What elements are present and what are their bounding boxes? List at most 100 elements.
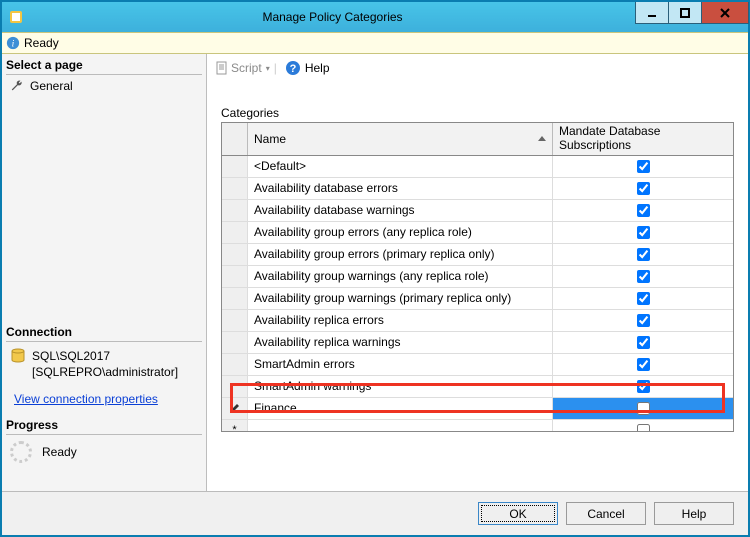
mandate-checkbox[interactable]	[637, 402, 650, 415]
row-header[interactable]	[222, 244, 248, 265]
content-panel: Script ▾ | ? Help Categories Name	[207, 54, 748, 491]
row-header[interactable]	[222, 200, 248, 221]
progress-spinner-icon	[10, 441, 32, 463]
progress-header: Progress	[6, 416, 202, 435]
cell-mandate[interactable]	[553, 200, 733, 221]
close-button[interactable]	[701, 2, 749, 24]
help-icon: ?	[285, 60, 301, 76]
cell-mandate[interactable]	[553, 332, 733, 353]
cell-name[interactable]: Availability group warnings (any replica…	[248, 266, 553, 287]
cell-mandate[interactable]	[553, 222, 733, 243]
status-text: Ready	[24, 36, 59, 50]
mandate-checkbox[interactable]	[637, 358, 650, 371]
cell-name[interactable]	[248, 420, 553, 431]
table-row[interactable]: SmartAdmin errors	[222, 354, 733, 376]
column-header-mandate[interactable]: Mandate Database Subscriptions	[553, 123, 733, 155]
mandate-checkbox[interactable]	[637, 182, 650, 195]
row-header[interactable]	[222, 178, 248, 199]
cell-mandate[interactable]	[553, 398, 733, 419]
cell-mandate[interactable]	[553, 288, 733, 309]
cell-mandate[interactable]	[553, 178, 733, 199]
mandate-checkbox[interactable]	[637, 226, 650, 239]
mandate-checkbox[interactable]	[637, 424, 650, 431]
mandate-checkbox[interactable]	[637, 314, 650, 327]
cell-mandate[interactable]	[553, 244, 733, 265]
pages-header: Select a page	[6, 56, 202, 75]
cell-mandate[interactable]	[553, 420, 733, 431]
row-header[interactable]	[222, 354, 248, 375]
row-header[interactable]: *	[222, 420, 248, 431]
app-icon	[8, 9, 24, 25]
row-header[interactable]	[222, 222, 248, 243]
cell-name[interactable]: Availability group errors (primary repli…	[248, 244, 553, 265]
page-item-general[interactable]: General	[6, 77, 202, 95]
row-header[interactable]	[222, 266, 248, 287]
mandate-checkbox[interactable]	[637, 380, 650, 393]
table-row[interactable]: *	[222, 420, 733, 431]
minimize-button[interactable]	[635, 2, 669, 24]
info-icon: i	[6, 36, 20, 50]
mandate-checkbox[interactable]	[637, 292, 650, 305]
cell-mandate[interactable]	[553, 266, 733, 287]
pencil-icon	[229, 402, 241, 414]
cell-name[interactable]: Availability replica errors	[248, 310, 553, 331]
categories-grid[interactable]: Name Mandate Database Subscriptions <Def…	[221, 122, 734, 432]
table-row[interactable]: Availability replica errors	[222, 310, 733, 332]
table-row[interactable]: Availability group warnings (any replica…	[222, 266, 733, 288]
view-connection-properties-link[interactable]: View connection properties	[10, 389, 162, 410]
svg-text:?: ?	[289, 63, 296, 75]
mandate-checkbox[interactable]	[637, 336, 650, 349]
row-header[interactable]	[222, 332, 248, 353]
cell-name[interactable]: Availability group errors (any replica r…	[248, 222, 553, 243]
cancel-button[interactable]: Cancel	[566, 502, 646, 525]
column-header-name[interactable]: Name	[248, 123, 553, 155]
mandate-checkbox[interactable]	[637, 160, 650, 173]
cell-name[interactable]: Availability database warnings	[248, 200, 553, 221]
maximize-button[interactable]	[668, 2, 702, 24]
table-row[interactable]: <Default>	[222, 156, 733, 178]
cell-name[interactable]: <Default>	[248, 156, 553, 177]
row-header[interactable]	[222, 156, 248, 177]
connection-server: SQL\SQL2017	[32, 348, 178, 365]
cell-name[interactable]: Availability group warnings (primary rep…	[248, 288, 553, 309]
grid-body[interactable]: <Default>Availability database errorsAva…	[222, 156, 733, 431]
mandate-checkbox[interactable]	[637, 248, 650, 261]
row-header[interactable]	[222, 310, 248, 331]
mandate-checkbox[interactable]	[637, 270, 650, 283]
row-header[interactable]	[222, 376, 248, 397]
table-row[interactable]: Availability database errors	[222, 178, 733, 200]
script-icon	[215, 61, 229, 75]
table-row[interactable]: Finance	[222, 398, 733, 420]
cell-name[interactable]: Availability replica warnings	[248, 332, 553, 353]
column-header-name-label: Name	[254, 132, 286, 146]
table-row[interactable]: Availability group errors (primary repli…	[222, 244, 733, 266]
svg-text:i: i	[12, 39, 15, 50]
table-row[interactable]: Availability group warnings (primary rep…	[222, 288, 733, 310]
progress-status: Ready	[42, 445, 77, 459]
left-panel: Select a page General Connection SQL\SQL…	[2, 54, 207, 491]
grid-corner	[222, 123, 248, 155]
cell-mandate[interactable]	[553, 156, 733, 177]
table-row[interactable]: Availability database warnings	[222, 200, 733, 222]
cell-name[interactable]: SmartAdmin warnings	[248, 376, 553, 397]
table-row[interactable]: Availability group errors (any replica r…	[222, 222, 733, 244]
page-item-label: General	[30, 79, 73, 93]
cell-mandate[interactable]	[553, 354, 733, 375]
cell-name[interactable]: Finance	[248, 398, 553, 419]
row-header[interactable]	[222, 288, 248, 309]
titlebar[interactable]: Manage Policy Categories	[2, 2, 748, 32]
row-header[interactable]	[222, 398, 248, 419]
cell-name[interactable]: SmartAdmin errors	[248, 354, 553, 375]
ok-button[interactable]: OK	[478, 502, 558, 525]
connection-header: Connection	[6, 323, 202, 342]
script-dropdown[interactable]: Script ▾ |	[215, 61, 279, 75]
script-label: Script	[231, 61, 262, 75]
table-row[interactable]: SmartAdmin warnings	[222, 376, 733, 398]
table-row[interactable]: Availability replica warnings	[222, 332, 733, 354]
help-button[interactable]: Help	[654, 502, 734, 525]
help-link[interactable]: ? Help	[285, 60, 330, 76]
cell-mandate[interactable]	[553, 310, 733, 331]
mandate-checkbox[interactable]	[637, 204, 650, 217]
cell-name[interactable]: Availability database errors	[248, 178, 553, 199]
cell-mandate[interactable]	[553, 376, 733, 397]
